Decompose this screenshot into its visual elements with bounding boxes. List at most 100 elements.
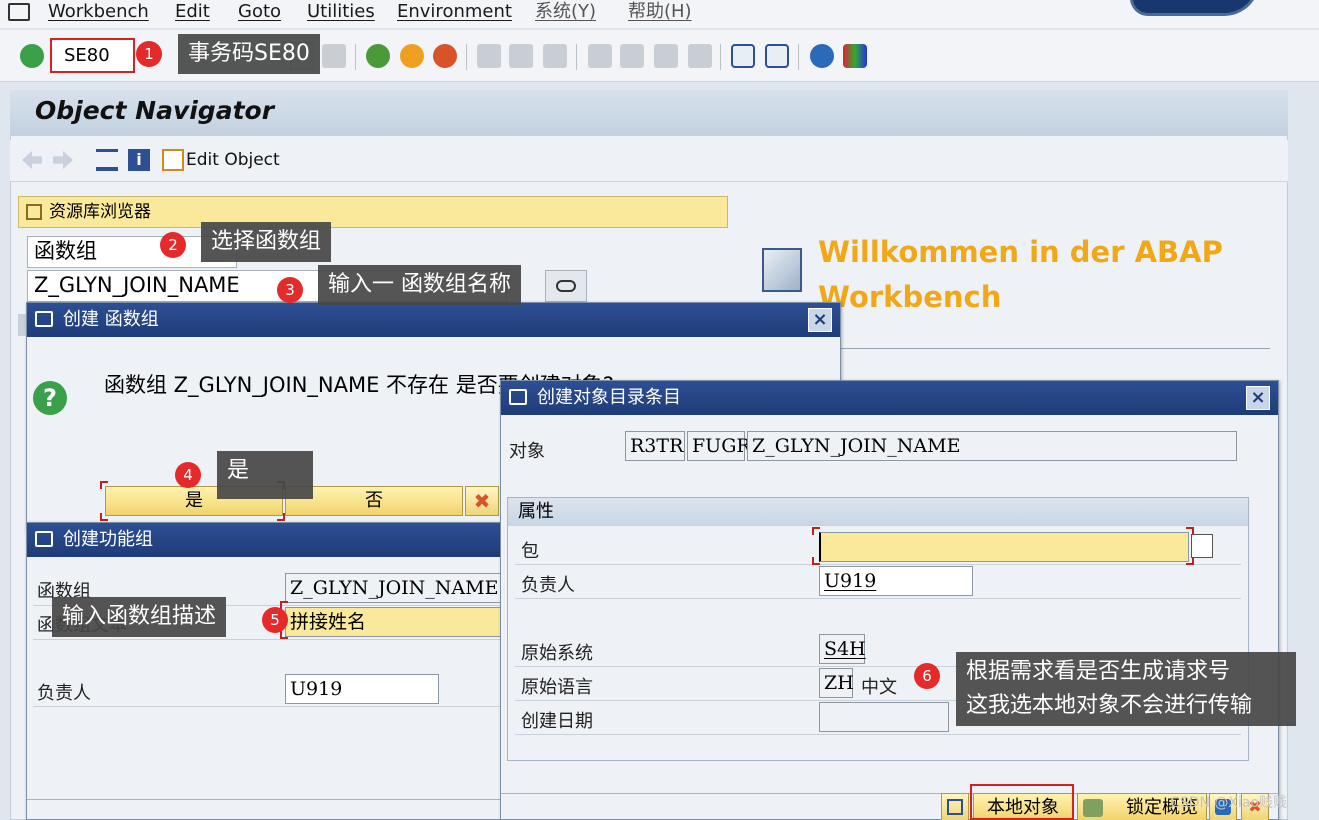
step-callout-6-line2: 这我选本地对象不会进行传输 xyxy=(966,693,1253,718)
menu-workbench[interactable]: Workbench xyxy=(48,0,149,24)
last-page-icon[interactable] xyxy=(688,44,712,68)
copy-icon[interactable] xyxy=(1191,534,1213,558)
menu-bar: Workbench Edit Goto Utilities Environmen… xyxy=(0,0,1319,28)
glasses-icon xyxy=(556,280,576,292)
creation-date-label: 创建日期 xyxy=(521,711,593,732)
menu-edit[interactable]: Edit xyxy=(175,0,210,24)
step-callout-3: 输入一 函数组名称 xyxy=(318,265,521,305)
highlight-bracket xyxy=(280,631,288,639)
menu-window-icon[interactable] xyxy=(8,3,30,21)
step-badge-5: 5 xyxy=(262,607,288,633)
highlight-bracket xyxy=(100,513,108,521)
divider xyxy=(515,564,1241,565)
original-language-label: 原始语言 xyxy=(521,677,593,698)
create-function-group-dialog: 创建功能组 函数组 Z_GLYN_JOIN_NAME 函数组文本 拼接姓名 负责… xyxy=(26,522,507,820)
highlight-bracket xyxy=(812,527,820,535)
edit-object-icon[interactable] xyxy=(162,149,184,171)
tree-icon xyxy=(26,204,42,220)
repository-browser-label: 资源库浏览器 xyxy=(49,202,151,222)
owner-label: 负责人 xyxy=(37,683,91,704)
function-group-field: Z_GLYN_JOIN_NAME xyxy=(285,573,507,603)
new-session-icon[interactable] xyxy=(731,44,755,68)
back-icon[interactable] xyxy=(366,44,390,68)
step-callout-6: 根据需求看是否生成请求号 这我选本地对象不会进行传输 xyxy=(956,652,1296,726)
edit-object-button[interactable]: Edit Object xyxy=(186,150,280,170)
dialog-title-bar: 创建功能组 xyxy=(27,523,505,557)
print-icon[interactable] xyxy=(477,44,501,68)
workbench-icon xyxy=(762,248,802,292)
arrow-left-icon[interactable] xyxy=(22,151,42,169)
next-page-icon[interactable] xyxy=(654,44,678,68)
language-text: 中文 xyxy=(861,677,897,698)
divider xyxy=(33,639,503,640)
find-next-icon[interactable] xyxy=(543,44,567,68)
window-icon xyxy=(35,531,53,547)
arrow-right-icon[interactable] xyxy=(53,151,73,169)
first-page-icon[interactable] xyxy=(588,44,612,68)
watermark: CSDN @Xiao贱贱 xyxy=(1170,795,1287,811)
highlight-bracket xyxy=(100,481,108,489)
menu-system[interactable]: 系统(Y) xyxy=(535,0,596,24)
command-field[interactable]: SE80 xyxy=(50,38,135,73)
dialog-title-bar: 创建对象目录条目 xyxy=(501,381,1278,415)
info-icon[interactable]: i xyxy=(128,149,150,171)
local-object-highlight xyxy=(970,784,1074,820)
creation-date-field xyxy=(819,702,949,732)
help-icon[interactable] xyxy=(810,44,834,68)
step-badge-4: 4 xyxy=(175,462,201,488)
cancel-button[interactable]: ✖ xyxy=(465,486,499,516)
shortcut-icon[interactable] xyxy=(765,44,789,68)
highlight-bracket xyxy=(1186,527,1194,535)
exit-icon[interactable] xyxy=(400,44,424,68)
dialog-title-bar: 创建 函数组 xyxy=(27,303,840,337)
menu-help[interactable]: 帮助(H) xyxy=(628,0,692,24)
window-icon xyxy=(509,389,527,405)
close-icon[interactable]: × xyxy=(1246,386,1270,410)
menu-goto[interactable]: Goto xyxy=(238,0,281,24)
divider xyxy=(33,706,503,707)
owner-input[interactable]: U919 xyxy=(285,674,439,704)
step-callout-5: 输入函数组描述 xyxy=(52,597,227,637)
lock-overview-icon xyxy=(1083,799,1103,817)
step-badge-6: 6 xyxy=(914,663,940,689)
divider xyxy=(515,734,1241,735)
package-input[interactable] xyxy=(819,532,1189,562)
page-title: Object Navigator xyxy=(35,96,275,125)
cancel-icon[interactable] xyxy=(433,44,457,68)
save-icon[interactable] xyxy=(322,44,346,68)
hierarchy-icon[interactable] xyxy=(96,149,118,171)
toolbar-separator xyxy=(720,44,721,70)
menu-environment[interactable]: Environment xyxy=(397,0,512,24)
toolbar-separator xyxy=(466,44,467,70)
description-input[interactable]: 拼接姓名 xyxy=(285,607,507,637)
find-icon[interactable] xyxy=(509,44,533,68)
close-icon[interactable]: × xyxy=(808,308,832,332)
enter-check-icon[interactable] xyxy=(20,44,44,68)
step-callout-6-line1: 根据需求看是否生成请求号 xyxy=(966,659,1231,684)
save-icon xyxy=(947,799,963,815)
object-type-field: FUGR xyxy=(687,431,751,461)
save-button[interactable] xyxy=(941,793,969,820)
highlight-bracket xyxy=(277,513,285,521)
original-system-label: 原始系统 xyxy=(521,643,593,664)
step-callout-4: 是 xyxy=(217,451,313,499)
attributes-title: 属性 xyxy=(508,498,1248,526)
pgmid-field: R3TR xyxy=(625,431,685,461)
previous-page-icon[interactable] xyxy=(620,44,644,68)
divider xyxy=(27,799,505,800)
repository-browser-button[interactable]: 资源库浏览器 xyxy=(18,196,728,228)
toolbar-separator xyxy=(798,44,799,70)
divider xyxy=(515,598,1241,599)
highlight-bracket xyxy=(1186,557,1194,565)
toolbar-separator xyxy=(355,44,356,70)
menu-utilities[interactable]: Utilities xyxy=(307,0,375,24)
original-language-field: ZH xyxy=(819,668,854,698)
window-icon xyxy=(35,311,53,327)
step-callout-2: 选择函数组 xyxy=(201,222,332,262)
layout-menu-icon[interactable] xyxy=(843,44,867,68)
owner-input[interactable]: U919 xyxy=(819,566,973,596)
toolbar-separator xyxy=(576,44,577,70)
sap-logo-icon xyxy=(1130,0,1260,16)
dialog-title: 创建 函数组 xyxy=(63,309,159,330)
dialog-title: 创建对象目录条目 xyxy=(537,387,681,408)
